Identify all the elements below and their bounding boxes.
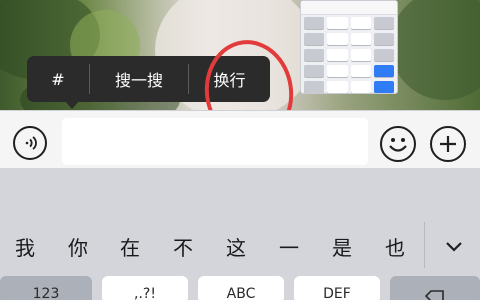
expand-candidates-button[interactable] — [440, 228, 468, 264]
popup-item-search[interactable]: 搜一搜 — [90, 56, 188, 102]
thumbnail-key-row — [301, 31, 397, 47]
thumbnail-key — [350, 33, 371, 45]
candidate-word[interactable]: 这 — [221, 228, 251, 264]
emoji-button[interactable] — [380, 126, 416, 162]
keyboard-thumbnail-image — [300, 0, 398, 94]
thumbnail-key — [304, 65, 325, 77]
candidate-word[interactable]: 是 — [327, 228, 357, 264]
smiley-icon — [389, 138, 407, 152]
thumbnail-key — [350, 49, 371, 61]
chat-screen: # 搜一搜 换行 我 你 在 不 这 一 是 也 123 ,.?! ABC DE… — [0, 0, 480, 300]
thumbnail-key — [304, 49, 325, 61]
candidate-bar: 我 你 在 不 这 一 是 也 — [0, 228, 480, 264]
voice-input-button[interactable] — [13, 126, 47, 160]
thumbnail-key-row — [301, 15, 397, 31]
chevron-down-icon — [446, 242, 462, 252]
thumbnail-key — [327, 33, 348, 45]
popup-item-hash[interactable]: # — [27, 56, 89, 102]
candidate-word[interactable]: 不 — [168, 228, 198, 264]
candidate-word[interactable]: 我 — [10, 228, 40, 264]
thumbnail-key — [373, 33, 394, 45]
thumbnail-key — [350, 81, 371, 93]
thumbnail-key — [327, 49, 348, 61]
thumbnail-key — [327, 65, 348, 77]
thumbnail-key — [373, 81, 394, 93]
backspace-icon — [425, 290, 444, 300]
key-abc[interactable]: ABC — [198, 276, 284, 300]
thumbnail-key — [373, 17, 394, 29]
plus-icon — [440, 136, 456, 152]
more-actions-button[interactable] — [430, 126, 466, 162]
thumbnail-key — [373, 65, 394, 77]
foliage-shape — [390, 0, 480, 100]
key-delete[interactable] — [390, 276, 480, 300]
key-punctuation[interactable]: ,.?! — [102, 276, 188, 300]
thumbnail-key-row — [301, 79, 397, 93]
thumbnail-key — [373, 49, 394, 61]
candidate-word[interactable]: 你 — [63, 228, 93, 264]
thumbnail-key — [327, 81, 348, 93]
thumbnail-key — [304, 17, 325, 29]
popup-pointer — [64, 100, 80, 109]
candidate-word[interactable]: 一 — [274, 228, 304, 264]
thumbnail-key-row — [301, 63, 397, 79]
chinese-keyboard: 我 你 在 不 这 一 是 也 123 ,.?! ABC DEF — [0, 168, 480, 300]
thumbnail-key — [350, 65, 371, 77]
thumbnail-key-row — [301, 47, 397, 63]
message-input[interactable] — [62, 118, 368, 165]
thumbnail-key — [304, 33, 325, 45]
thumbnail-key — [350, 17, 371, 29]
thumbnail-key — [327, 17, 348, 29]
voice-wave-icon — [25, 136, 37, 150]
chat-input-bar — [0, 110, 480, 168]
candidate-word[interactable]: 也 — [380, 228, 410, 264]
thumbnail-key — [304, 81, 325, 93]
key-123[interactable]: 123 — [0, 276, 92, 300]
candidate-word[interactable]: 在 — [115, 228, 145, 264]
candidate-divider — [424, 222, 425, 268]
thumbnail-header — [301, 1, 397, 15]
key-def[interactable]: DEF — [294, 276, 380, 300]
keyboard-key-row: 123 ,.?! ABC DEF — [0, 276, 480, 300]
